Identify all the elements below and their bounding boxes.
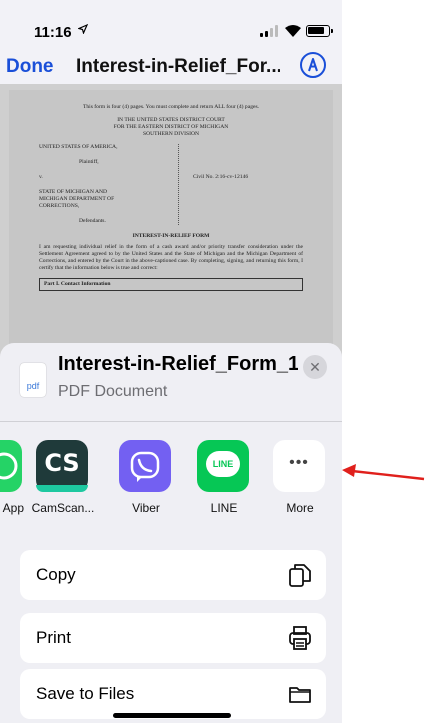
folder-icon bbox=[288, 681, 312, 707]
wifi-icon bbox=[284, 24, 302, 38]
status-time: 11:16 bbox=[34, 24, 72, 41]
document-page: This form is four (4) pages. You must co… bbox=[9, 90, 333, 384]
action-label: Copy bbox=[36, 565, 76, 584]
sheet-divider bbox=[0, 421, 342, 422]
more-icon: ••• bbox=[273, 440, 325, 492]
markup-icon[interactable] bbox=[300, 52, 326, 78]
civil-number: Civil No. 2:16-cv-12146 bbox=[193, 173, 249, 180]
home-indicator bbox=[113, 713, 231, 718]
nav-bar: Done Interest-in-Relief_For... bbox=[0, 52, 342, 84]
app-label: LINE bbox=[210, 501, 238, 515]
annotation-arrow-icon bbox=[342, 464, 425, 481]
viber-app-icon bbox=[119, 440, 171, 492]
action-label: Print bbox=[36, 628, 71, 647]
share-file-name: Interest-in-Relief_Form_1... bbox=[58, 353, 298, 375]
camscanner-glyph: CS bbox=[44, 449, 80, 477]
more-dots: ••• bbox=[289, 454, 309, 471]
save-to-files-action[interactable]: Save to Files bbox=[20, 669, 326, 719]
court-line-2: FOR THE EASTERN DISTRICT OF MICHIGAN bbox=[113, 123, 229, 130]
cellular-signal-icon bbox=[260, 25, 278, 37]
defendant-label: Defendants. bbox=[79, 217, 106, 224]
copy-action[interactable]: Copy bbox=[20, 550, 326, 600]
app-row: App CS CamScan... Viber LINE LINE ••• Mo… bbox=[0, 440, 342, 520]
pdf-file-icon: pdf bbox=[20, 363, 46, 397]
defendant-name: STATE OF MICHIGAN AND MICHIGAN DEPARTMEN… bbox=[39, 188, 115, 209]
case-caption: UNITED STATES OF AMERICA, Plaintiff, v. … bbox=[39, 143, 303, 225]
copy-icon bbox=[288, 562, 312, 588]
share-file-type: PDF Document bbox=[58, 383, 168, 400]
intro-paragraph: I am requesting individual relief in the… bbox=[39, 243, 303, 271]
line-glyph: LINE bbox=[212, 459, 234, 469]
form-title: INTEREST-IN-RELIEF FORM bbox=[132, 232, 210, 239]
app-label: App bbox=[2, 501, 24, 515]
location-arrow-icon bbox=[77, 23, 89, 37]
status-bar: 11:16 bbox=[0, 0, 342, 52]
pdf-icon-label: pdf bbox=[26, 381, 40, 391]
action-label: Save to Files bbox=[36, 684, 135, 703]
versus-text: v. bbox=[39, 173, 43, 180]
caption-parties: UNITED STATES OF AMERICA, Plaintiff, v. … bbox=[39, 143, 179, 225]
printer-icon bbox=[288, 625, 312, 651]
line-app-icon: LINE bbox=[197, 440, 249, 492]
messaging-app-icon bbox=[0, 440, 22, 492]
app-label: More bbox=[286, 501, 314, 515]
court-line-1: IN THE UNITED STATES DISTRICT COURT bbox=[117, 116, 225, 123]
document-preview[interactable]: This form is four (4) pages. You must co… bbox=[0, 84, 342, 384]
court-line-3: SOUTHERN DIVISION bbox=[142, 130, 200, 137]
close-button[interactable]: ✕ bbox=[303, 355, 327, 379]
done-button[interactable]: Done bbox=[6, 56, 54, 78]
page-notice: This form is four (4) pages. You must co… bbox=[82, 104, 260, 110]
print-action[interactable]: Print bbox=[20, 613, 326, 663]
part-one-heading: Part I. Contact Information bbox=[39, 277, 303, 291]
phone-screen: 11:16 Done Interest-in-Relief_For... Thi… bbox=[0, 0, 342, 723]
plaintiff-label: Plaintiff, bbox=[79, 158, 99, 165]
camscanner-app-icon: CS bbox=[36, 440, 88, 492]
app-label: CamScan... bbox=[31, 501, 95, 515]
battery-icon bbox=[306, 25, 333, 37]
share-sheet: pdf Interest-in-Relief_Form_1... PDF Doc… bbox=[0, 343, 342, 723]
app-label: Viber bbox=[132, 501, 160, 515]
plaintiff-name: UNITED STATES OF AMERICA, bbox=[39, 143, 118, 150]
document-title: Interest-in-Relief_For... bbox=[76, 56, 280, 77]
